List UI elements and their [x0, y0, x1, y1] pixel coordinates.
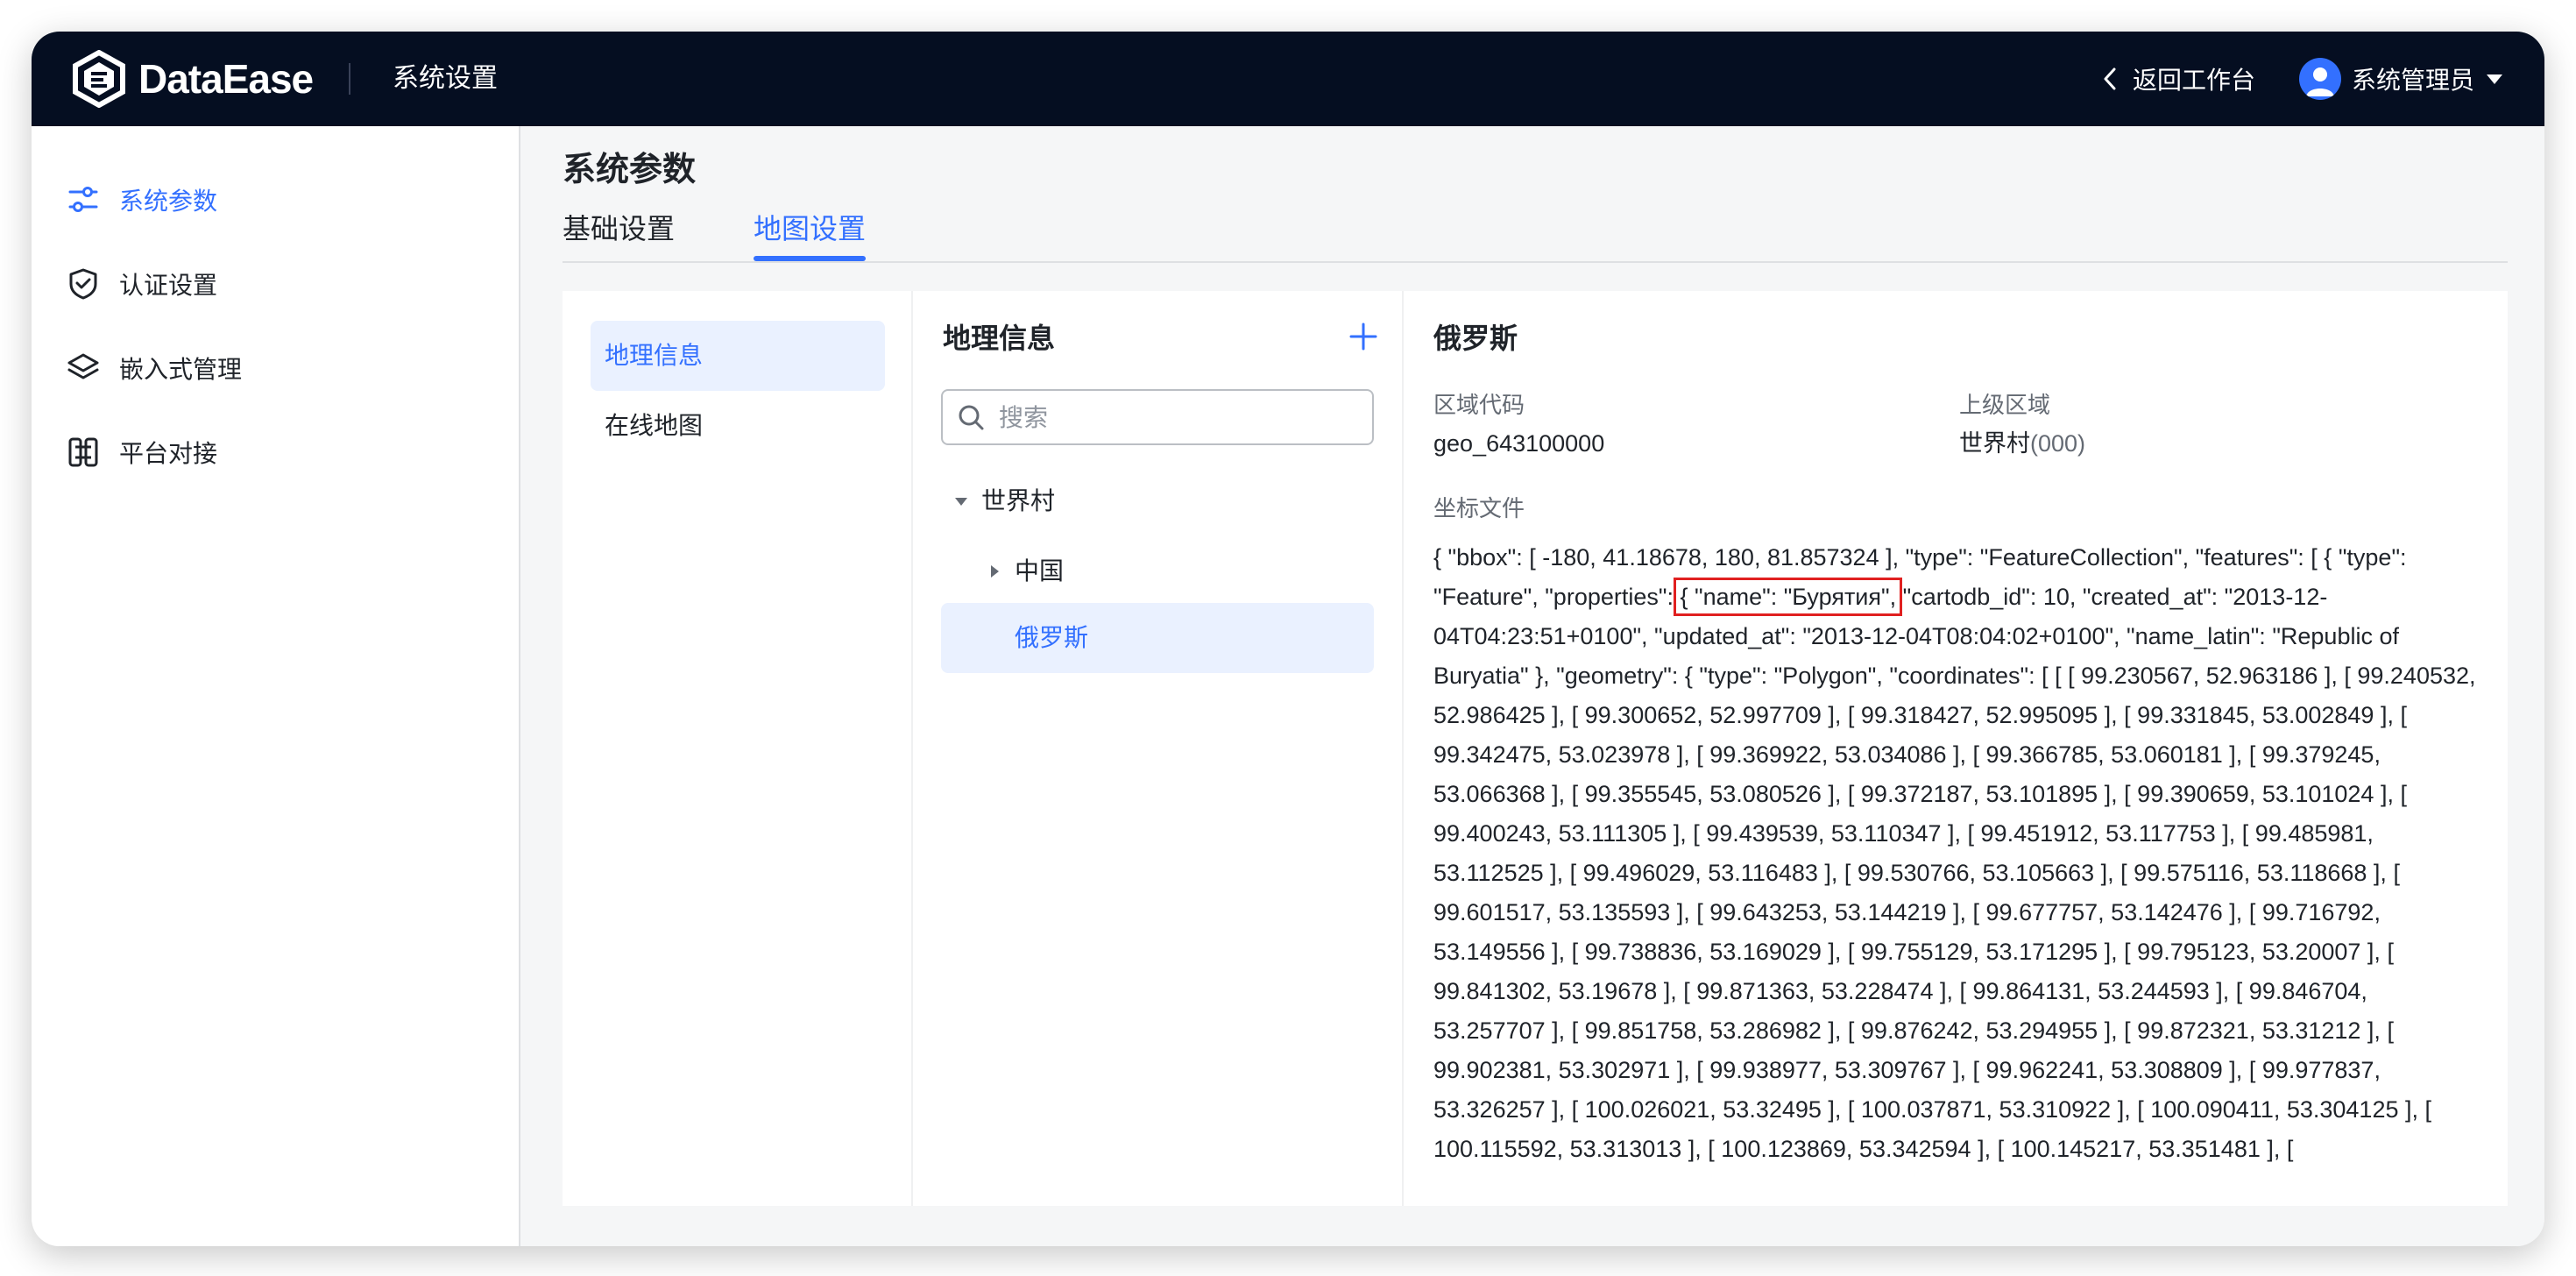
logo[interactable]: DataEase [72, 47, 314, 110]
chevron-left-icon [2104, 67, 2116, 90]
back-label: 返回工作台 [2133, 67, 2256, 94]
user-avatar-icon [2306, 67, 2334, 96]
tab-map-settings[interactable]: 地图设置 [754, 207, 866, 259]
geojson-suffix: "cartodb_id": 10, "created_at": "2013-12… [1433, 584, 2476, 1162]
tab-basic-settings[interactable]: 基础设置 [563, 207, 675, 259]
geojson-text: { "bbox": [ -180, 41.18678, 180, 81.8573… [1433, 538, 2485, 1166]
parent-area-code: (000) [2030, 430, 2086, 457]
area-code-value: geo_643100000 [1433, 430, 1605, 457]
search-icon [959, 405, 984, 430]
tree-search [941, 389, 1374, 445]
search-input[interactable] [997, 398, 1351, 438]
tree-node-russia[interactable]: 俄罗斯 [941, 603, 1374, 673]
coord-file-content: { "bbox": [ -180, 41.18678, 180, 81.8573… [1433, 538, 2485, 1166]
subnav-item-online-map[interactable]: 在线地图 [591, 391, 885, 461]
tree-node-label: 世界村 [981, 487, 1056, 514]
avatar [2299, 58, 2341, 100]
tree-title: 地理信息 [943, 323, 1056, 354]
layers-icon [67, 353, 99, 379]
sidebar-item-system-params[interactable]: 系统参数 [67, 179, 217, 221]
sidebar-item-auth-settings[interactable]: 认证设置 [67, 263, 217, 305]
caret-down-icon [2487, 74, 2503, 84]
tree-node-world[interactable]: 世界村 [953, 480, 1055, 522]
sidebar-item-label: 系统参数 [119, 188, 218, 215]
area-detail-panel: 俄罗斯 区域代码 geo_643100000 上级区域 世界村(000) 坐标文… [1404, 291, 2508, 1206]
caret-down-icon [955, 498, 967, 506]
page-title: 系统参数 [563, 152, 697, 188]
area-code-label: 区域代码 [1433, 392, 1525, 418]
map-subnav: 地理信息 在线地图 [563, 291, 913, 1206]
caret-right-icon [991, 565, 999, 578]
topbar-divider [349, 63, 350, 95]
tree-node-label: 中国 [1015, 557, 1065, 585]
active-tab-indicator [754, 256, 866, 261]
sidebar-item-platform-integration[interactable]: 平台对接 [67, 431, 217, 473]
detail-title: 俄罗斯 [1433, 323, 1518, 354]
user-name: 系统管理员 [2352, 67, 2475, 94]
parent-area-name: 世界村 [1959, 430, 2030, 457]
add-area-icon[interactable] [1342, 315, 1384, 358]
tree-node-china[interactable]: 中国 [987, 550, 1064, 592]
map-settings-panel: 地理信息 在线地图 地理信息 搜索 世界村 中国 俄罗斯 俄罗斯 区域代码 ge… [563, 291, 2508, 1206]
logo-text: DataEase [138, 56, 314, 102]
geojson-highlight: { "name": "Бурятия", [1674, 578, 1903, 616]
user-menu[interactable]: 系统管理员 [2299, 54, 2504, 103]
sidebar-item-label: 认证设置 [119, 272, 218, 299]
parent-area-value: 世界村(000) [1959, 426, 2085, 461]
subnav-item-geo-info[interactable]: 地理信息 [591, 321, 885, 391]
top-bar: DataEase 系统设置 返回工作台 系统管理员 [32, 32, 2544, 126]
dataease-logo-icon [73, 50, 125, 108]
section-title: 系统设置 [393, 64, 498, 93]
link-nodes-icon [68, 437, 98, 467]
settings-tabs: 基础设置 地图设置 [563, 207, 2508, 263]
geo-tree-panel: 地理信息 世界村 [913, 291, 1404, 1206]
sidebar-item-label: 平台对接 [119, 440, 218, 467]
sidebar: 系统参数 认证设置 嵌入式管理 平台对接 [32, 126, 520, 1246]
sliders-icon [68, 187, 98, 212]
shield-check-icon [69, 268, 97, 300]
main-content: 系统参数 基础设置 地图设置 地理信息 在线地图 地理信息 搜索 世界村 中国 … [520, 126, 2544, 1246]
coord-file-label: 坐标文件 [1433, 495, 1525, 521]
tree-node-label: 俄罗斯 [1015, 624, 1089, 651]
parent-area-label: 上级区域 [1959, 392, 2051, 418]
app-window: DataEase 系统设置 返回工作台 系统管理员 系统参数 认证设置 嵌入式管… [32, 32, 2544, 1246]
sidebar-item-label: 嵌入式管理 [119, 356, 243, 383]
back-to-workbench-button[interactable]: 返回工作台 [2101, 58, 2255, 100]
sidebar-item-embedded-management[interactable]: 嵌入式管理 [67, 347, 242, 389]
